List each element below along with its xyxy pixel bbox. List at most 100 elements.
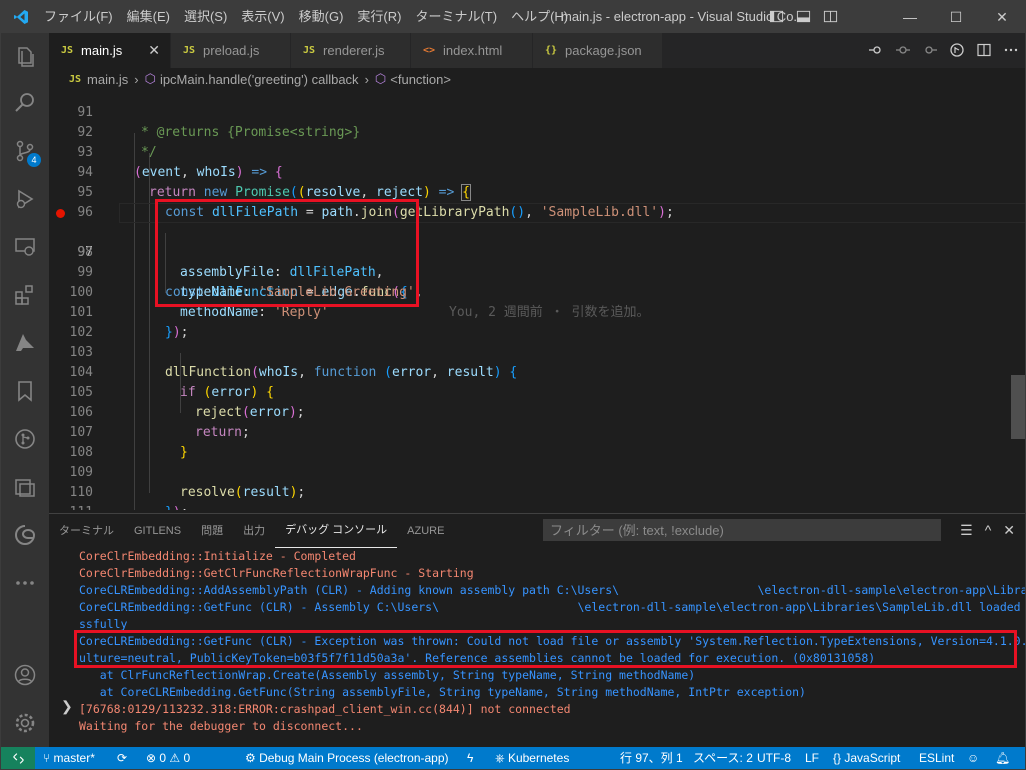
vscode-logo-icon: [14, 10, 28, 24]
encoding-status[interactable]: UTF-8: [757, 747, 791, 769]
code-line: 105 reject(error);: [49, 363, 1025, 420]
kubernetes-icon: ⎈: [495, 751, 508, 765]
tab-terminal[interactable]: ターミナル: [49, 514, 124, 548]
go-forward-icon[interactable]: [922, 42, 938, 58]
menu-view[interactable]: 表示(V): [234, 1, 291, 33]
commit-icon[interactable]: [895, 42, 911, 58]
search-icon[interactable]: [1, 79, 49, 127]
debug-status[interactable]: ⚙ Debug Main Process (electron-app): [245, 747, 449, 769]
editor-tabs: JS main.js ✕ JS preload.js JS renderer.j…: [49, 33, 1025, 68]
menu-run[interactable]: 実行(R): [350, 1, 408, 33]
bookmarks-icon[interactable]: [1, 367, 49, 415]
problems-status[interactable]: ⊗ 0 ⚠ 0: [146, 747, 190, 769]
eslint-status[interactable]: ESLint: [919, 747, 954, 769]
accounts-icon[interactable]: [1, 651, 49, 699]
tab-main-js[interactable]: JS main.js ✕: [49, 33, 171, 68]
code-line: }): [49, 503, 1025, 510]
go-back-icon[interactable]: [868, 42, 884, 58]
code-line: 92 */: [49, 103, 1025, 160]
bottom-panel: ターミナル GITLENS 問題 出力 デバッグ コンソール AZURE フィル…: [49, 513, 1025, 748]
remote-explorer-icon[interactable]: [1, 223, 49, 271]
code-line: 108: [49, 423, 1025, 460]
eol-status[interactable]: LF: [805, 747, 819, 769]
console-prompt[interactable]: ❯: [61, 698, 73, 715]
tab-label: main.js: [81, 43, 123, 58]
tab-renderer-js[interactable]: JS renderer.js: [291, 33, 411, 68]
tab-output[interactable]: 出力: [233, 514, 275, 548]
tab-index-html[interactable]: <> index.html: [411, 33, 533, 68]
kubernetes-status[interactable]: ⎈ Kubernetes: [495, 747, 569, 769]
panel-actions: ☰ ^ ✕: [960, 522, 1015, 539]
breakpoint-icon[interactable]: [56, 209, 65, 218]
code-line: 93 (event, whoIs) => {: [49, 123, 1025, 180]
toggle-panel-icon[interactable]: [796, 9, 811, 24]
menu-selection[interactable]: 選択(S): [177, 1, 234, 33]
code-line: 107 }: [49, 403, 1025, 460]
code-line: 111 });: [49, 483, 1025, 510]
clear-console-icon[interactable]: ☰: [960, 522, 973, 539]
menu-go[interactable]: 移動(G): [292, 1, 351, 33]
console-line: CoreClrEmbedding::GetClrFuncReflectionWr…: [79, 566, 474, 580]
console-filter-input[interactable]: フィルター (例: text, !exclude): [543, 519, 941, 541]
json-file-icon: {}: [545, 45, 558, 56]
compare-changes-icon[interactable]: [949, 42, 965, 58]
git-branch-icon: ⑂: [43, 751, 54, 765]
close-panel-icon[interactable]: ✕: [1003, 522, 1015, 539]
code-line: 91 * @returns {Promise<string>}: [49, 83, 1025, 140]
cursor-position[interactable]: 行 97、列 1: [620, 747, 683, 769]
maximize-panel-icon[interactable]: ^: [985, 522, 992, 539]
editor-scrollbar[interactable]: [1011, 375, 1025, 439]
tab-gitlens[interactable]: GITLENS: [124, 514, 191, 548]
feedback-icon[interactable]: ☺: [967, 747, 979, 769]
status-bar: ⑂ master* ⟳ ⊗ 0 ⚠ 0 ⚙ Debug Main Process…: [1, 747, 1025, 769]
tab-problems[interactable]: 問題: [191, 514, 233, 548]
menu-terminal[interactable]: ターミナル(T): [408, 1, 504, 33]
manage-icon[interactable]: [1, 699, 49, 747]
git-graph-icon[interactable]: [1, 415, 49, 463]
run-debug-icon[interactable]: [1, 175, 49, 223]
minimize-button[interactable]: —: [887, 1, 933, 33]
tab-package-json[interactable]: {} package.json: [533, 33, 663, 68]
customize-layout-icon[interactable]: [823, 9, 838, 24]
code-editor[interactable]: 91 * @returns {Promise<string>} 92 */ 93…: [49, 83, 1025, 510]
js-file-icon: JS: [303, 45, 316, 56]
activity-bar: 4: [1, 33, 49, 747]
tab-azure[interactable]: AZURE: [397, 514, 454, 548]
menu-edit[interactable]: 編集(E): [120, 1, 177, 33]
console-line: CoreClrEmbedding::Initialize - Completed: [79, 549, 356, 563]
tab-preload-js[interactable]: JS preload.js: [171, 33, 291, 68]
code-line: 106 return;: [49, 383, 1025, 440]
docker-icon[interactable]: [1, 463, 49, 511]
maximize-button[interactable]: ☐: [933, 1, 979, 33]
close-tab-icon[interactable]: ✕: [148, 42, 160, 59]
braces-icon: {}: [833, 751, 845, 765]
azure-icon[interactable]: [1, 319, 49, 367]
close-window-button[interactable]: ✕: [979, 1, 1025, 33]
code-line: 104 if (error) {: [49, 343, 1025, 400]
split-editor-icon[interactable]: [976, 42, 992, 58]
extensions-icon[interactable]: [1, 271, 49, 319]
language-status[interactable]: {} JavaScript: [833, 747, 900, 769]
sync-icon[interactable]: ⟳: [117, 747, 127, 769]
indentation-status[interactable]: スペース: 2: [693, 747, 753, 769]
console-line: Waiting for the debugger to disconnect..…: [79, 719, 363, 733]
lightning-icon[interactable]: ϟ: [467, 747, 473, 769]
more-actions-icon[interactable]: [1003, 42, 1019, 58]
explorer-icon[interactable]: [1, 33, 49, 81]
branch-status[interactable]: ⑂ master*: [43, 747, 95, 769]
edge-tools-icon[interactable]: [1, 511, 49, 559]
remote-icon[interactable]: [1, 747, 35, 769]
more-icon[interactable]: [1, 559, 49, 607]
menu-file[interactable]: ファイル(F): [37, 1, 120, 33]
console-line: at CoreCLREmbedding.GetFunc(String assem…: [79, 685, 806, 699]
toggle-sidebar-icon[interactable]: [769, 9, 784, 24]
source-control-icon[interactable]: 4: [1, 127, 49, 175]
code-line: 95 const dllFilePath = path.join(getLibr…: [49, 163, 1025, 220]
html-file-icon: <>: [423, 45, 436, 56]
tab-debug-console[interactable]: デバッグ コンソール: [275, 514, 398, 548]
tab-label: renderer.js: [323, 43, 385, 58]
bell-icon[interactable]: 🔔︎: [995, 747, 1010, 769]
tab-label: index.html: [443, 43, 503, 58]
console-line: [76768:0129/113232.318:ERROR:crashpad_cl…: [79, 702, 571, 716]
console-line: CoreCLREmbedding::GetFunc (CLR) - Assemb…: [79, 600, 1026, 614]
